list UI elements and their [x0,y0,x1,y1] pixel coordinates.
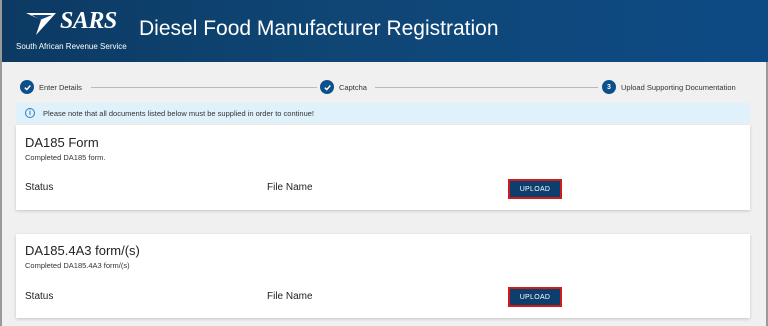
document-description: Completed DA185.4A3 form/(s) [25,261,130,270]
status-label: Status [25,182,54,193]
sars-logo[interactable]: SARS South African Revenue Service [16,8,128,54]
status-label: Status [25,291,54,302]
file-name-label: File Name [267,182,313,193]
document-title: DA185 Form [25,135,99,150]
step-number-badge: 3 [602,80,616,94]
sars-logo-mark-icon [26,13,56,35]
step-label: Upload Supporting Documentation [621,82,736,92]
app-header: SARS South African Revenue Service Diese… [2,0,768,62]
step-label: Captcha [339,82,367,92]
notice-text: Please note that all documents listed be… [43,108,314,118]
upload-button[interactable]: UPLOAD [508,179,562,199]
document-card-da185-4a3: DA185.4A3 form/(s) Completed DA185.4A3 f… [16,234,750,318]
step-enter-details[interactable]: Enter Details [20,79,82,95]
upload-button[interactable]: UPLOAD [508,287,562,307]
stepper-connector [91,87,317,88]
logo-subtitle: South African Revenue Service [16,42,127,51]
info-notice: i Please note that all documents listed … [16,103,750,123]
document-title: DA185.4A3 form/(s) [25,243,140,258]
page-title: Diesel Food Manufacturer Registration [139,17,499,40]
info-icon: i [25,108,35,118]
check-icon [320,80,334,94]
page-frame: SARS South African Revenue Service Diese… [0,0,768,326]
check-icon [20,80,34,94]
file-name-label: File Name [267,291,313,302]
logo-text: SARS [60,8,117,34]
stepper-connector [375,87,598,88]
progress-stepper: Enter Details Captcha 3 Upload Supportin… [2,75,768,99]
step-captcha[interactable]: Captcha [320,79,367,95]
step-label: Enter Details [39,82,82,92]
step-upload-documents[interactable]: 3 Upload Supporting Documentation [602,79,736,95]
document-card-da185: DA185 Form Completed DA185 form. Status … [16,125,750,210]
document-description: Completed DA185 form. [25,153,106,162]
